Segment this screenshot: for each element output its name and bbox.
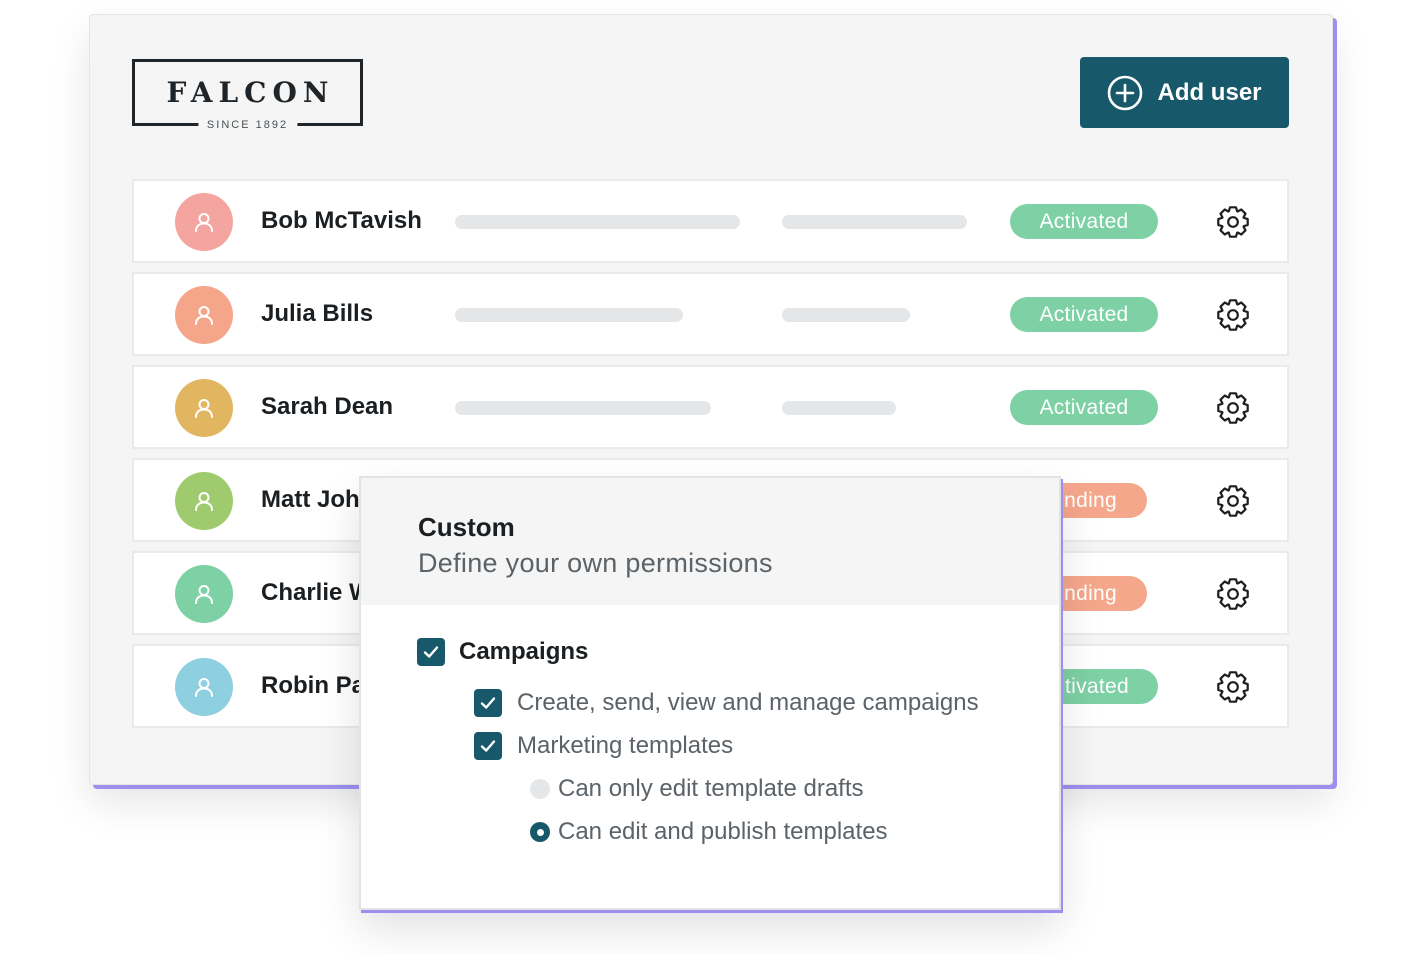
gear-icon[interactable] — [1216, 577, 1250, 611]
status-badge: Activated — [1010, 204, 1158, 239]
placeholder-bar — [782, 215, 967, 229]
plus-circle-icon — [1108, 75, 1143, 110]
user-name: Sarah Dean — [261, 393, 394, 420]
gear-icon[interactable] — [1216, 298, 1250, 332]
placeholder-bar — [455, 215, 740, 229]
placeholder-bar — [455, 308, 683, 322]
edit-publish-label: Can edit and publish templates — [558, 818, 888, 845]
user-row[interactable]: Sarah Dean Activated — [132, 365, 1289, 449]
marketing-templates-label: Marketing templates — [517, 732, 734, 759]
user-name: Charlie W — [261, 579, 372, 606]
campaigns-checkbox[interactable] — [417, 638, 445, 666]
logo-wordmark: FALCON — [166, 76, 335, 109]
user-icon — [195, 213, 213, 232]
user-icon — [195, 492, 213, 511]
drafts-only-label: Can only edit template drafts — [558, 775, 864, 802]
avatar — [175, 472, 233, 530]
placeholder-bar — [782, 401, 896, 415]
user-name: Bob McTavish — [261, 207, 422, 234]
drafts-only-radio[interactable] — [530, 779, 550, 799]
user-icon — [195, 585, 213, 604]
popup-subtitle: Define your own permissions — [418, 548, 773, 578]
falcon-logo: FALCON SINCE 1892 — [132, 59, 363, 131]
user-row[interactable]: Julia Bills Activated — [132, 272, 1289, 356]
marketing-templates-option[interactable]: Marketing templates — [474, 732, 733, 760]
check-icon — [480, 697, 496, 709]
user-name: Matt Joh — [261, 486, 360, 513]
edit-publish-option[interactable]: Can edit and publish templates — [530, 818, 888, 846]
placeholder-bar — [782, 308, 910, 322]
drafts-only-option[interactable]: Can only edit template drafts — [530, 775, 864, 803]
placeholder-bar — [455, 401, 711, 415]
avatar — [175, 193, 233, 251]
avatar — [175, 286, 233, 344]
status-badge: Activated — [1010, 390, 1158, 425]
user-icon — [195, 399, 213, 418]
avatar — [175, 658, 233, 716]
permissions-popup: Custom Define your own permissions Campa… — [359, 476, 1061, 910]
check-icon — [423, 646, 439, 658]
edit-publish-radio[interactable] — [530, 822, 550, 842]
user-icon — [195, 306, 213, 325]
create-send-option[interactable]: Create, send, view and manage campaigns — [474, 689, 979, 717]
campaigns-label: Campaigns — [459, 638, 589, 665]
avatar — [175, 565, 233, 623]
create-send-checkbox[interactable] — [474, 689, 502, 717]
marketing-templates-checkbox[interactable] — [474, 732, 502, 760]
gear-icon[interactable] — [1216, 205, 1250, 239]
avatar — [175, 379, 233, 437]
user-name: Robin Pa — [261, 672, 366, 699]
campaigns-option[interactable]: Campaigns — [417, 638, 588, 666]
gear-icon[interactable] — [1216, 670, 1250, 704]
gear-icon[interactable] — [1216, 484, 1250, 518]
user-name: Julia Bills — [261, 300, 374, 327]
create-send-label: Create, send, view and manage campaigns — [517, 689, 979, 716]
add-user-label: Add user — [1157, 78, 1262, 106]
user-row[interactable]: Bob McTavish Activated — [132, 179, 1289, 263]
logo-tagline: SINCE 1892 — [197, 119, 298, 131]
status-badge: Activated — [1010, 297, 1158, 332]
add-user-button[interactable]: Add user — [1080, 57, 1289, 128]
popup-title: Custom — [418, 512, 515, 542]
popup-header: Custom Define your own permissions — [361, 478, 1059, 605]
check-icon — [480, 740, 496, 752]
gear-icon[interactable] — [1216, 391, 1250, 425]
user-icon — [195, 678, 213, 697]
